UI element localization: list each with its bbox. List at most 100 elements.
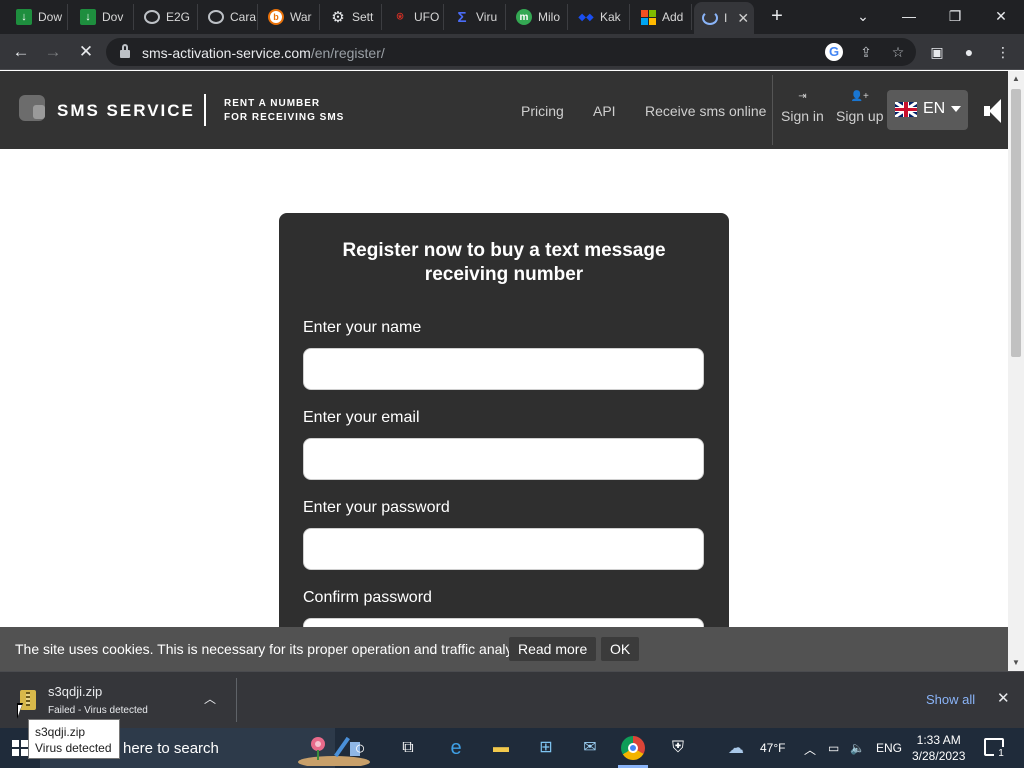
temperature-text[interactable]: 47°F xyxy=(760,741,785,755)
download-file-name[interactable]: s3qdji.zip xyxy=(48,684,102,699)
close-tab-icon[interactable]: ✕ xyxy=(737,10,749,27)
globe-icon xyxy=(208,10,224,24)
download-separator xyxy=(236,678,237,722)
tagline: RENT A NUMBER FOR RECEIVING SMS xyxy=(224,97,344,125)
email-field[interactable] xyxy=(303,438,704,480)
page-scrollbar[interactable]: ▲ ▼ xyxy=(1008,71,1024,671)
tab-label: I xyxy=(724,11,728,25)
cookie-ok-button[interactable]: OK xyxy=(601,637,640,661)
download-status: Failed - Virus detected xyxy=(48,705,148,716)
url-path: /en/register/ xyxy=(310,45,385,61)
tab-active-register[interactable]: I ✕ xyxy=(694,2,754,34)
language-selector[interactable]: EN xyxy=(887,90,968,130)
bookmark-star-icon[interactable]: ☆ xyxy=(889,43,907,61)
add-user-icon: 👤+ xyxy=(850,91,869,102)
browser-toolbar: ← → ✕ sms-activation-service.com/en/regi… xyxy=(0,34,1024,70)
share-icon[interactable]: ⇪ xyxy=(857,43,875,61)
new-tab-button[interactable]: + xyxy=(766,6,788,28)
chrome-icon[interactable] xyxy=(621,736,645,760)
profile-icon[interactable]: ● xyxy=(956,39,982,65)
tab-war[interactable]: b War xyxy=(260,4,320,30)
mail-icon[interactable]: ✉ xyxy=(578,736,602,760)
google-lens-icon[interactable]: G xyxy=(825,43,843,61)
tab-milo[interactable]: m Milo xyxy=(508,4,568,30)
scroll-thumb[interactable] xyxy=(1011,89,1021,357)
microsoft-icon xyxy=(640,9,656,25)
file-explorer-icon[interactable]: ▬ xyxy=(489,736,513,760)
loading-icon xyxy=(702,11,718,25)
download-icon: ↓ xyxy=(80,9,96,25)
url-text[interactable]: sms-activation-service.com/en/register/ xyxy=(142,45,385,61)
menu-icon[interactable]: ⋮ xyxy=(990,39,1016,65)
tab-cara[interactable]: Cara xyxy=(200,4,258,30)
cookie-banner: The site uses cookies. This is necessary… xyxy=(0,627,1008,671)
weather-cloud-icon[interactable]: ☁ xyxy=(728,738,744,758)
tab-e2g[interactable]: E2G xyxy=(136,4,198,30)
input-language[interactable]: ENG xyxy=(876,741,902,755)
tab-ufo[interactable]: ⍟ UFO xyxy=(384,4,444,30)
tooltip-file-name: s3qdji.zip xyxy=(35,725,86,739)
edge-icon[interactable]: e xyxy=(444,736,468,760)
sign-in-link[interactable]: ⇥ Sign in xyxy=(781,91,824,124)
nav-pricing[interactable]: Pricing xyxy=(521,103,564,119)
cortana-icon[interactable]: ○ xyxy=(348,736,372,760)
milo-icon: m xyxy=(516,9,532,25)
tab-settings[interactable]: ⚙ Sett xyxy=(322,4,382,30)
taskbar-clock[interactable]: 1:33 AM 3/28/2023 xyxy=(912,732,965,764)
restore-button[interactable]: ❐ xyxy=(940,4,970,28)
war-icon: b xyxy=(268,9,284,25)
tab-kak[interactable]: ◆◆ Kak xyxy=(570,4,630,30)
tab-label: Cara xyxy=(230,10,257,24)
tab-virus[interactable]: Σ Viru xyxy=(446,4,506,30)
password-field[interactable] xyxy=(303,528,704,570)
tab-label: War xyxy=(290,10,312,24)
lock-icon[interactable] xyxy=(120,44,130,58)
sign-up-link[interactable]: 👤+ Sign up xyxy=(836,91,883,124)
stop-loading-button[interactable]: ✕ xyxy=(73,39,99,65)
volume-icon[interactable]: 🔈 xyxy=(850,741,865,755)
read-more-button[interactable]: Read more xyxy=(509,637,597,661)
store-icon[interactable]: ⊞ xyxy=(534,736,558,760)
close-shelf-icon[interactable]: ✕ xyxy=(997,689,1010,707)
network-icon[interactable]: ▭ xyxy=(828,741,839,755)
tab-label: Viru xyxy=(476,10,498,24)
sign-in-icon: ⇥ xyxy=(798,91,807,102)
nav-api[interactable]: API xyxy=(593,103,616,119)
side-panel-icon[interactable]: ▣ xyxy=(924,39,950,65)
defender-shield-icon[interactable]: ⛨ xyxy=(666,736,690,760)
nav-receive-sms-online[interactable]: Receive sms online xyxy=(645,103,766,119)
scroll-up-arrow-icon[interactable]: ▲ xyxy=(1008,71,1024,87)
scroll-down-arrow-icon[interactable]: ▼ xyxy=(1008,655,1024,671)
show-all-downloads-link[interactable]: Show all xyxy=(926,692,975,707)
task-view-icon[interactable]: ⧉ xyxy=(396,736,420,760)
sign-up-label: Sign up xyxy=(836,108,884,124)
forward-button[interactable]: → xyxy=(40,39,66,65)
chevron-up-icon[interactable]: ︿ xyxy=(204,690,216,707)
windows-start-icon[interactable] xyxy=(12,740,28,756)
close-window-button[interactable]: ✕ xyxy=(986,4,1016,28)
email-label: Enter your email xyxy=(303,409,420,426)
address-bar[interactable]: sms-activation-service.com/en/register/ … xyxy=(106,38,916,66)
name-label: Enter your name xyxy=(303,319,422,336)
tray-chevron-up-icon[interactable]: ︿ xyxy=(804,741,816,758)
tab-download-1[interactable]: ↓ Dow xyxy=(8,4,68,30)
uk-flag-icon xyxy=(895,102,917,117)
logo-icon[interactable] xyxy=(19,95,45,121)
name-field[interactable] xyxy=(303,348,704,390)
speaker-icon[interactable] xyxy=(984,99,1002,123)
browser-tab-strip: ↓ Dow ↓ Dov E2G Cara b War ⚙ Sett ⍟ UFO … xyxy=(0,0,1024,34)
minimize-button[interactable]: — xyxy=(894,4,924,28)
tab-label: Add xyxy=(662,10,684,24)
back-button[interactable]: ← xyxy=(8,39,34,65)
mouse-cursor-icon xyxy=(17,703,29,719)
register-title: Register now to buy a text message recei… xyxy=(342,240,666,285)
download-icon: ↓ xyxy=(16,9,32,25)
tab-search-button[interactable]: ⌄ xyxy=(848,4,878,28)
cookie-message: The site uses cookies. This is necessary… xyxy=(15,641,534,657)
ufo-icon: ⍟ xyxy=(396,10,404,23)
tab-add[interactable]: Add xyxy=(632,4,692,30)
tab-download-2[interactable]: ↓ Dov xyxy=(72,4,134,30)
kak-icon: ◆◆ xyxy=(578,11,594,23)
brand-name[interactable]: SMS SERVICE xyxy=(57,101,195,121)
confirm-password-label: Confirm password xyxy=(303,589,432,606)
